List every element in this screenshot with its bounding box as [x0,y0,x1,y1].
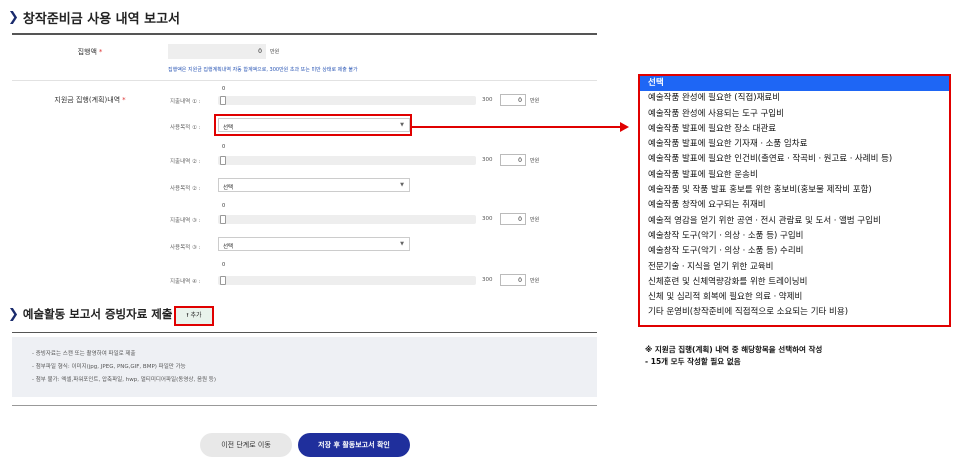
dropdown-option[interactable]: 예술작품 발표에 필요한 장소 대관료 [640,122,949,137]
dropdown-option[interactable]: 예술작품 완성에 필요한 (직접)재료비 [640,91,949,106]
expense-unit-4: 만원 [530,278,540,284]
slider-handle-3[interactable] [220,215,226,224]
info-line-1: - 증빙자료는 스캔 또는 촬영하여 파일로 제출 [32,351,136,357]
expense-slider-1[interactable] [218,96,476,105]
dropdown-option[interactable]: 예술적 영감을 얻기 위한 공연ㆍ전시 관람료 및 도서ㆍ앨범 구입비 [640,214,949,229]
purpose-select-2[interactable]: 선택 ▼ [218,178,410,192]
chevron-right-icon: ❯ [8,10,19,25]
add-file-button[interactable]: ⭱ 추가 [174,306,214,326]
slider-max-4: 300 [482,277,493,283]
dropdown-option[interactable]: 예술작품 발표에 필요한 인건비(출연료ㆍ작곡비ㆍ원고료ㆍ사례비 등) [640,152,949,167]
expense-amount-input-1[interactable]: 0 [500,94,526,106]
amount-note: 집행액은 지원금 집행계획내역 자동 합계액으로, 300만원 초과 또는 미만… [168,67,358,73]
expense-label-4: 지출내역 ④ : [170,279,201,285]
purpose-select-value-3: 선택 [223,244,234,250]
required-mark: * [98,48,103,56]
section-title-report: ❯ 창작준비금 사용 내역 보고서 [8,8,180,27]
slider-max-2: 300 [482,157,493,163]
dropdown-option[interactable]: 예술창작 도구(악기ㆍ의상ㆍ소품 등) 수리비 [640,244,949,259]
expense-label-2: 지출내역 ② : [170,159,201,165]
dropdown-option[interactable]: 신체 및 심리적 회복에 필요한 의료ㆍ약제비 [640,290,949,305]
slider-value-3: 0 [222,203,226,209]
annotation-line-1: ※ 지원금 집행(계획) 내역 중 해당항목을 선택하여 작성 [645,345,823,354]
dropdown-option[interactable]: 신체훈련 및 신체역량강화를 위한 트레이닝비 [640,275,949,290]
slider-handle-4[interactable] [220,276,226,285]
expense-label-3: 지출내역 ③ : [170,218,201,224]
highlight-box-select [214,114,412,136]
expense-label-1: 지출내역 ① : [170,99,201,105]
dropdown-option[interactable]: 전문기술ㆍ지식을 얻기 위한 교육비 [640,260,949,275]
dropdown-option[interactable]: 예술작품 창작에 요구되는 취재비 [640,198,949,213]
purpose-label-2: 사용목적 ② : [170,186,201,192]
section-divider [12,405,597,406]
arrow-right-icon [620,122,629,132]
section-divider [12,332,597,333]
plan-label: 지원금 집행(계획)내역 * [30,95,150,105]
section-divider [12,33,597,35]
purpose-label-1: 사용목적 ① : [170,125,201,131]
save-and-review-button[interactable]: 저장 후 활동보고서 확인 [298,433,410,457]
upload-icon: ⭱ [186,312,189,319]
dropdown-option[interactable]: 예술창작 도구(악기ㆍ의상ㆍ소품 등) 구입비 [640,229,949,244]
slider-value-1: 0 [222,86,226,92]
add-file-label: 추가 [190,312,202,319]
expense-amount-input-3[interactable]: 0 [500,213,526,225]
amount-unit: 만원 [270,49,280,55]
info-line-2: - 첨부파일 형식: 이미지(jpg, JPEG, PNG,GIF, BMP) … [32,364,186,370]
section-title-text: 예술활동 보고서 증빙자료 제출 [22,307,173,321]
amount-label: 집행액 * [30,47,150,57]
dropdown-option[interactable]: 선택 [640,76,949,92]
purpose-select-3[interactable]: 선택 ▼ [218,237,410,251]
amount-label-text: 집행액 [77,48,97,56]
slider-handle-2[interactable] [220,156,226,165]
dropdown-option[interactable]: 예술작품 완성에 사용되는 도구 구입비 [640,107,949,122]
dropdown-option[interactable]: 예술작품 발표에 필요한 운송비 [640,168,949,183]
slider-value-4: 0 [222,262,226,268]
prev-step-button[interactable]: 이전 단계로 이동 [200,433,292,457]
caret-down-icon: ▼ [400,241,404,247]
expense-slider-2[interactable] [218,156,476,165]
expense-slider-4[interactable] [218,276,476,285]
expense-amount-input-4[interactable]: 0 [500,274,526,286]
dropdown-option[interactable]: 기타 운영비(창작준비에 직접적으로 소요되는 기타 비용) [640,305,949,320]
expense-slider-3[interactable] [218,215,476,224]
annotation-line-2: - 15개 모두 작성할 필요 없음 [645,357,741,366]
row-divider [12,80,597,81]
dropdown-option[interactable]: 예술작품 발표에 필요한 기자재ㆍ소품 임차료 [640,137,949,152]
expense-unit-2: 만원 [530,158,540,164]
expense-amount-input-2[interactable]: 0 [500,154,526,166]
caret-down-icon: ▼ [400,182,404,188]
evidence-info-box: - 증빙자료는 스캔 또는 촬영하여 파일로 제출 - 첨부파일 형식: 이미지… [12,337,597,397]
purpose-dropdown-list[interactable]: 선택 예술작품 완성에 필요한 (직접)재료비 예술작품 완성에 사용되는 도구 구… [638,74,951,327]
section-title-evidence: ❯ 예술활동 보고서 증빙자료 제출 [8,306,172,322]
slider-handle-1[interactable] [220,96,226,105]
plan-label-text: 지원금 집행(계획)내역 [54,96,121,104]
section-title-text: 창작준비금 사용 내역 보고서 [22,12,181,27]
slider-value-2: 0 [222,144,226,150]
required-mark: * [122,96,126,104]
purpose-label-3: 사용목적 ③ : [170,245,201,251]
slider-max-3: 300 [482,216,493,222]
dropdown-option[interactable]: 예술작품 및 작품 발표 홍보를 위한 홍보비(홍보물 제작비 포함) [640,183,949,198]
callout-arrow-line [412,126,622,128]
info-line-3: - 첨부 불가: 엑셀,파워포인트, 압축파일, hwp, 멀티미디어파일(동영… [32,377,217,383]
expense-unit-3: 만원 [530,217,540,223]
chevron-right-icon: ❯ [8,306,19,322]
amount-display: 0 [168,44,266,59]
expense-unit-1: 만원 [530,98,540,104]
purpose-select-value-2: 선택 [223,185,234,191]
slider-max-1: 300 [482,97,493,103]
